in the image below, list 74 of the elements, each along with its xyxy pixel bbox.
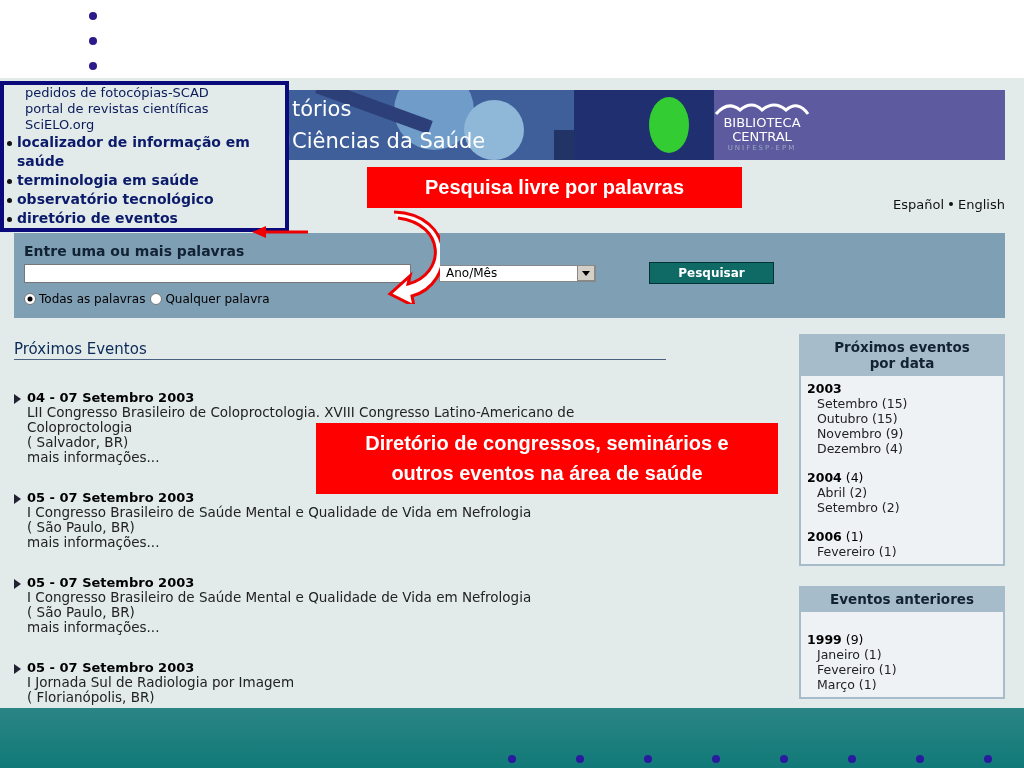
event-date: 04 - 07 Setembro 2003 <box>27 390 195 405</box>
banner-title-text: tórios <box>292 96 353 123</box>
month-link[interactable]: Fevereiro (1) <box>807 662 997 677</box>
panel-heading: Próximos eventos por data <box>833 338 971 373</box>
language-link[interactable]: Español <box>893 196 945 212</box>
menu-link[interactable]: pedidos de fotocópias-SCAD <box>7 85 285 101</box>
event-location: ( São Paulo, BR) <box>27 520 135 535</box>
library-name: BIBLIOTECA <box>723 116 801 130</box>
bullet-dot <box>848 755 856 763</box>
menu-link[interactable]: portal de revistas científicas <box>7 101 285 117</box>
month-link[interactable]: Janeiro (1) <box>807 647 997 662</box>
year-link[interactable]: 2003 <box>807 381 997 396</box>
bullet-dot <box>7 179 12 184</box>
search-button[interactable]: Pesquisar <box>649 262 774 284</box>
more-info-link[interactable]: mais informações... <box>27 450 160 465</box>
triangle-bullet-icon <box>14 494 21 504</box>
triangle-bullet-icon <box>14 394 21 404</box>
year-link[interactable]: 2006 (1) <box>807 529 997 544</box>
pointer-arrow <box>250 226 310 238</box>
month-link[interactable]: Março (1) <box>807 677 997 692</box>
language-link[interactable]: English <box>958 196 1005 212</box>
event-title: I Congresso Brasileiro de Saúde Mental e Qualidade de Vida em Nefrologia <box>27 590 532 605</box>
search-prompt: Entre uma ou mais palavras <box>24 243 245 259</box>
callout-tooltip: Pesquisa livre por palavras <box>367 167 742 208</box>
bullet-dot <box>89 37 97 45</box>
year-link[interactable]: 1999 (9) <box>807 632 997 647</box>
separator-dot <box>949 202 954 206</box>
event-location: ( São Paulo, BR) <box>27 605 135 620</box>
event-date: 05 - 07 Setembro 2003 <box>27 660 195 675</box>
event-title: I Jornada Sul de Radiologia por Imagem <box>27 675 295 690</box>
banner-title-text: Ciências da Saúde <box>292 128 486 155</box>
year-link[interactable]: 2004 (4) <box>807 470 997 485</box>
month-link[interactable]: Fevereiro (1) <box>807 544 997 559</box>
radio-label[interactable]: Qualquer palavra <box>165 292 270 306</box>
menu-link[interactable]: SciELO.org <box>7 117 285 133</box>
month-link[interactable]: Abril (2) <box>807 485 997 500</box>
bullet-dot <box>576 755 584 763</box>
panel-heading: Eventos anteriores <box>829 590 975 609</box>
event-location: ( Salvador, BR) <box>27 435 129 450</box>
event-date: 05 - 07 Setembro 2003 <box>27 490 195 505</box>
event-title: I Congresso Brasileiro de Saúde Mental e Qualidade de Vida em Nefrologia <box>27 505 532 520</box>
bullet-dot <box>984 755 992 763</box>
event-location: ( Florianópolis, BR) <box>27 690 155 705</box>
radio-button[interactable] <box>150 293 163 305</box>
bullet-dot <box>89 12 97 20</box>
radio-button[interactable] <box>24 293 36 305</box>
month-link[interactable]: Setembro (2) <box>807 500 997 515</box>
date-select[interactable]: Ano/Mês <box>439 264 596 282</box>
bullet-dot <box>7 141 12 146</box>
menu-link[interactable]: diretório de eventos <box>17 209 178 228</box>
bullet-dot <box>780 755 788 763</box>
month-link[interactable]: Outubro (15) <box>807 411 997 426</box>
bullet-dot <box>89 62 97 70</box>
bullet-dot <box>508 755 516 763</box>
bullet-dot <box>916 755 924 763</box>
more-info-link[interactable]: mais informações... <box>27 535 160 550</box>
radio-label[interactable]: Todas as palavras <box>39 292 146 306</box>
month-link[interactable]: Novembro (9) <box>807 426 997 441</box>
triangle-bullet-icon <box>14 579 21 589</box>
bullet-dot <box>7 198 12 203</box>
bullet-dot <box>7 217 12 222</box>
callout-tooltip: Diretório de congressos, seminários e outros eventos na área de saúde <box>316 423 778 494</box>
menu-link[interactable]: terminologia em saúde <box>17 171 199 190</box>
month-link[interactable]: Setembro (15) <box>807 396 997 411</box>
search-field[interactable] <box>24 263 411 283</box>
more-info-link[interactable]: mais informações... <box>27 620 160 635</box>
section-heading: Próximos Eventos <box>14 340 666 360</box>
triangle-bullet-icon <box>14 664 21 674</box>
month-link[interactable]: Dezembro (4) <box>807 441 997 456</box>
bullet-dot <box>644 755 652 763</box>
menu-link[interactable]: observatório tecnológico <box>17 190 214 209</box>
bullet-dot <box>712 755 720 763</box>
event-date: 05 - 07 Setembro 2003 <box>27 575 195 590</box>
library-name: CENTRAL <box>732 130 792 144</box>
